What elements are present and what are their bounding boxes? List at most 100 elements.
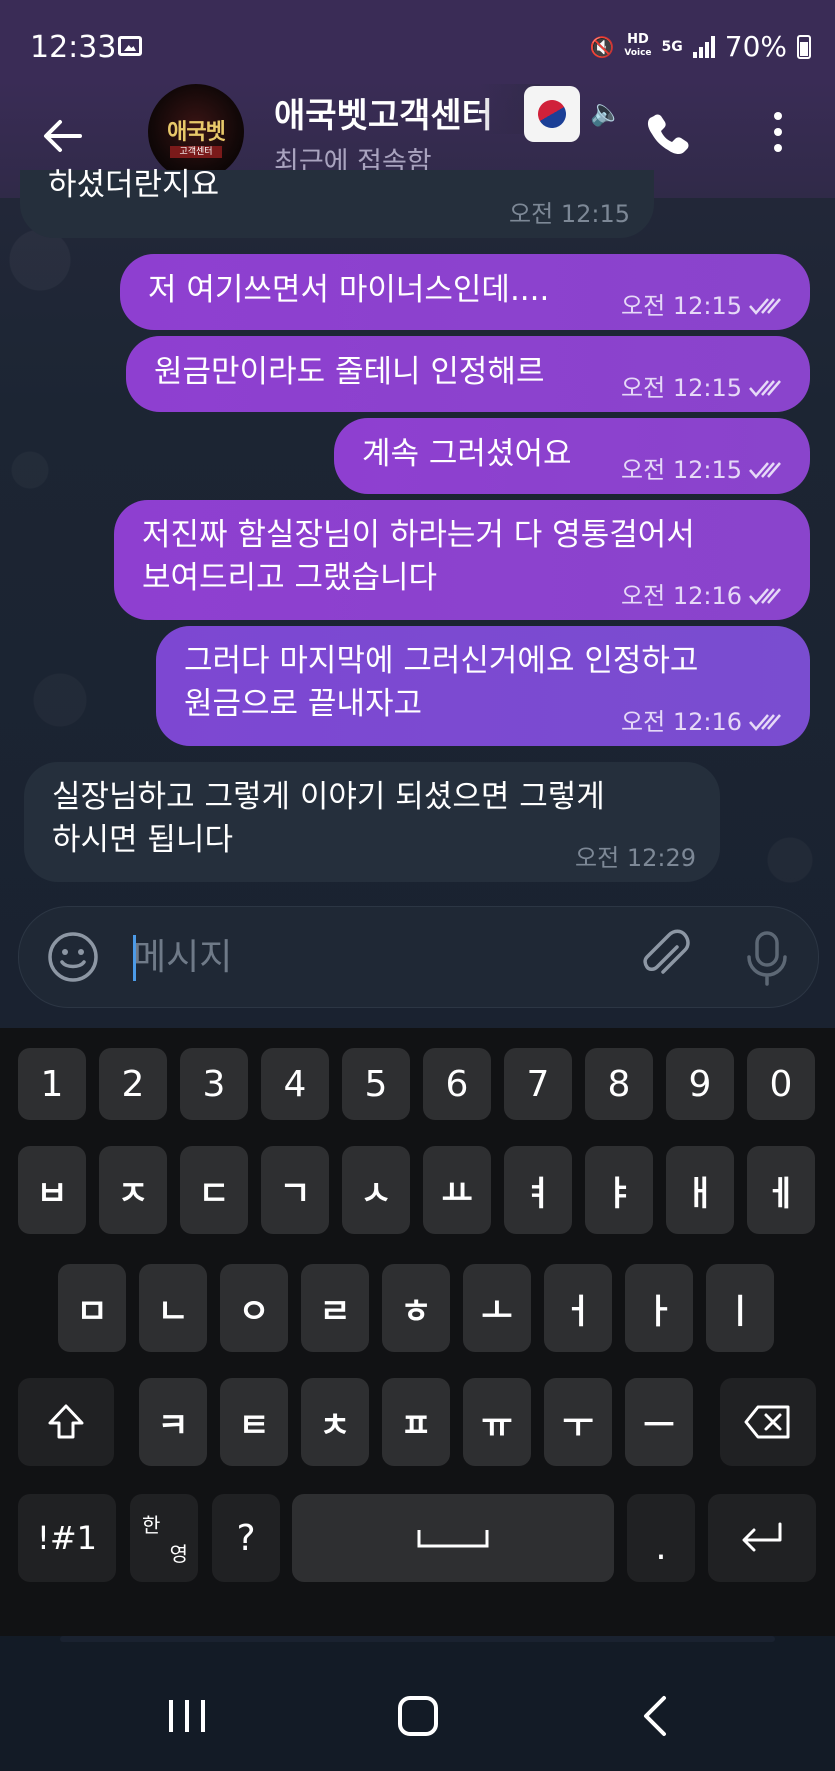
nav-back-icon[interactable]	[640, 1694, 670, 1738]
battery-percent: 70%	[724, 30, 787, 63]
space-bar-icon	[417, 1530, 489, 1548]
back-arrow-icon[interactable]	[40, 114, 84, 158]
key-jieut[interactable]: ㅈ	[99, 1146, 167, 1234]
system-navigation-bar	[0, 1636, 835, 1771]
double-check-icon	[749, 588, 781, 605]
telegram-chat-screen: 12:33 🔇 HD Voice 5G 70% 애국벳 고객센터 애국벳고객센터 …	[0, 0, 835, 1771]
enter-key[interactable]	[708, 1494, 816, 1582]
keyboard-bottom-strip	[60, 1636, 775, 1642]
key-pieup[interactable]: ㅍ	[382, 1378, 450, 1466]
korea-flag-icon	[524, 86, 580, 142]
key-ya[interactable]: ㅑ	[585, 1146, 653, 1234]
lang-english-label: 영	[169, 1542, 188, 1566]
key-4[interactable]: 4	[261, 1048, 329, 1120]
key-bieup[interactable]: ㅂ	[18, 1146, 86, 1234]
key-3[interactable]: 3	[180, 1048, 248, 1120]
key-i[interactable]: ㅣ	[706, 1264, 774, 1352]
message-bubble-incoming[interactable]: 하셨더란지요 오전 12:15	[20, 167, 654, 238]
period-key[interactable]: .	[627, 1494, 695, 1582]
message-time: 오전 12:16	[621, 582, 742, 610]
battery-icon	[797, 34, 811, 59]
key-u[interactable]: ㅜ	[544, 1378, 612, 1466]
message-time: 오전 12:29	[575, 844, 696, 872]
space-key[interactable]	[292, 1494, 614, 1582]
key-e[interactable]: ㅔ	[747, 1146, 815, 1234]
key-yeo[interactable]: ㅕ	[504, 1146, 572, 1234]
key-6[interactable]: 6	[423, 1048, 491, 1120]
message-time: 오전 12:15	[509, 200, 630, 228]
key-eo[interactable]: ㅓ	[544, 1264, 612, 1352]
message-meta: 오전 12:15	[621, 456, 786, 484]
status-icons: 🔇 HD Voice 5G 70%	[589, 30, 811, 63]
5g-icon: 5G	[661, 38, 683, 55]
message-bubble-outgoing[interactable]: 그러다 마지막에 그러신거에요 인정하고 원금으로 끝내자고 오전 12:16	[156, 626, 810, 746]
message-text: 실장님하고 그렇게 이야기 되셨으면 그렇게	[52, 779, 605, 815]
message-meta: 오전 12:15	[621, 374, 786, 402]
key-chieut[interactable]: ㅊ	[301, 1378, 369, 1466]
enter-return-icon	[742, 1522, 782, 1552]
recent-apps-icon[interactable]	[167, 1696, 207, 1736]
message-meta: 오전 12:15	[509, 200, 630, 228]
signal-icon	[692, 35, 715, 58]
message-meta: 오전 12:16	[621, 708, 786, 736]
key-tieut[interactable]: ㅌ	[220, 1378, 288, 1466]
hd-voice-icon: HD Voice	[624, 32, 652, 58]
message-meta: 오전 12:15	[621, 292, 786, 320]
key-2[interactable]: 2	[99, 1048, 167, 1120]
double-check-icon	[749, 380, 781, 397]
avatar-logo-text: 애국벳	[167, 120, 226, 145]
key-5[interactable]: 5	[342, 1048, 410, 1120]
language-switch-key[interactable]: 한 영	[130, 1494, 198, 1582]
key-mieum[interactable]: ㅁ	[58, 1264, 126, 1352]
attach-paperclip-icon[interactable]	[637, 929, 693, 985]
key-kieuk[interactable]: ㅋ	[139, 1378, 207, 1466]
double-check-icon	[749, 714, 781, 731]
emoji-icon[interactable]	[47, 931, 99, 983]
message-time: 오전 12:15	[621, 374, 742, 402]
key-a[interactable]: ㅏ	[625, 1264, 693, 1352]
message-bubble-outgoing[interactable]: 원금만이라도 줄테니 인정해르 오전 12:15	[126, 336, 810, 412]
mute-icon: 🔇	[589, 34, 615, 59]
key-yo[interactable]: ㅛ	[423, 1146, 491, 1234]
key-8[interactable]: 8	[585, 1048, 653, 1120]
message-text: 저진짜 함실장님이 하라는거 다 영통걸어서	[142, 517, 695, 553]
microphone-icon[interactable]	[741, 929, 793, 987]
key-hieut[interactable]: ㅎ	[382, 1264, 450, 1352]
question-mark-key[interactable]: ?	[212, 1494, 280, 1582]
message-input[interactable]	[133, 927, 633, 987]
key-ae[interactable]: ㅐ	[666, 1146, 734, 1234]
backspace-key[interactable]	[720, 1378, 816, 1466]
key-o[interactable]: ㅗ	[463, 1264, 531, 1352]
key-digeut[interactable]: ㄷ	[180, 1146, 248, 1234]
symbols-key[interactable]: !#1	[18, 1494, 116, 1582]
key-7[interactable]: 7	[504, 1048, 572, 1120]
shift-arrow-icon	[48, 1404, 84, 1439]
key-giyeok[interactable]: ㄱ	[261, 1146, 329, 1234]
key-9[interactable]: 9	[666, 1048, 734, 1120]
home-icon[interactable]	[398, 1696, 438, 1736]
gallery-notification-icon	[118, 36, 142, 56]
key-yu[interactable]: ㅠ	[463, 1378, 531, 1466]
key-ieung[interactable]: ㅇ	[220, 1264, 288, 1352]
lang-korean-label: 한	[142, 1513, 161, 1537]
message-bubble-outgoing[interactable]: 저진짜 함실장님이 하라는거 다 영통걸어서 보여드리고 그랬습니다 오전 12…	[114, 500, 810, 620]
key-0[interactable]: 0	[747, 1048, 815, 1120]
message-time: 오전 12:15	[621, 292, 742, 320]
message-bubble-outgoing[interactable]: 계속 그러셨어요 오전 12:15	[334, 418, 810, 494]
more-options-icon[interactable]	[770, 112, 786, 156]
key-eu[interactable]: ㅡ	[625, 1378, 693, 1466]
key-nieun[interactable]: ㄴ	[139, 1264, 207, 1352]
message-bubble-incoming[interactable]: 실장님하고 그렇게 이야기 되셨으면 그렇게 하시면 됩니다 오전 12:29	[24, 762, 720, 882]
message-bubble-outgoing[interactable]: 저 여기쓰면서 마이너스인데.... 오전 12:15	[120, 254, 810, 330]
key-siot[interactable]: ㅅ	[342, 1146, 410, 1234]
message-meta: 오전 12:29	[575, 844, 696, 872]
key-rieul[interactable]: ㄹ	[301, 1264, 369, 1352]
key-1[interactable]: 1	[18, 1048, 86, 1120]
status-bar: 12:33 🔇 HD Voice 5G 70%	[0, 0, 835, 92]
message-text: 그러다 마지막에 그러신거에요 인정하고	[184, 643, 699, 679]
phone-call-icon[interactable]	[644, 110, 692, 158]
shift-key[interactable]	[18, 1378, 114, 1466]
message-time: 오전 12:16	[621, 708, 742, 736]
message-composer	[18, 906, 819, 1008]
message-meta: 오전 12:16	[621, 582, 786, 610]
